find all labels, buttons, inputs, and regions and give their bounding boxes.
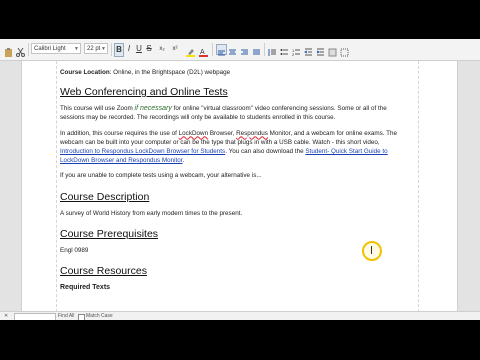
numbered-list-icon[interactable]: 12	[292, 44, 301, 57]
bullet-list-icon[interactable]	[280, 44, 289, 55]
spellcheck-word: Respondus	[236, 129, 268, 137]
highlight-icon[interactable]	[186, 44, 195, 57]
course-description-text: A survey of World History from early mod…	[60, 209, 243, 217]
text-run: This course will use Zoom	[60, 105, 135, 113]
toolbar-separator	[28, 43, 29, 56]
align-left-icon[interactable]	[216, 44, 227, 56]
font-name-value: Calibri Light	[34, 46, 66, 52]
subscript-button[interactable]: x₂	[157, 43, 167, 55]
chevron-down-icon: ▼	[74, 46, 79, 52]
align-right-icon[interactable]	[240, 44, 249, 55]
indent-increase-icon[interactable]	[316, 44, 325, 56]
link-intro-video[interactable]: Introduction to Respondus LockDown Brows…	[60, 148, 225, 155]
paragraph-zoom: This course will use Zoom if necessary f…	[60, 104, 412, 122]
paragraph-shading-icon[interactable]	[328, 44, 337, 57]
right-margin-guide	[418, 61, 419, 317]
find-bar: ✕ Find All Match Case	[0, 311, 480, 320]
document-area: Course Location: Online, in the Brightsp…	[0, 61, 480, 317]
text-run: .	[182, 157, 185, 165]
superscript-button[interactable]: x²	[170, 43, 180, 55]
emphasis-text: if necessary	[134, 105, 172, 113]
font-color-icon[interactable]: A	[199, 44, 208, 57]
toolbar-separator	[111, 43, 112, 56]
justify-icon[interactable]	[252, 44, 261, 55]
font-size-value: 22 pt	[87, 46, 101, 52]
course-prerequisites-text: Engl 0989	[60, 246, 89, 254]
text-run: Browser,	[208, 129, 237, 137]
toolbar-separator	[264, 43, 265, 56]
text-run: In addition, this course requires the us…	[60, 129, 179, 137]
word-processor-window: Calibri Light ▼ 22 pt ▼ B I U S x₂ x² A	[0, 39, 480, 320]
heading-course-prerequisites: Course Prerequisites	[60, 227, 159, 240]
course-location-text: : Online, in the Brightspace (D2L) webpa…	[109, 69, 231, 76]
chevron-down-icon: ▼	[101, 46, 106, 52]
borders-icon[interactable]	[340, 44, 349, 57]
bold-button[interactable]: B	[114, 43, 124, 57]
indent-decrease-icon[interactable]	[303, 44, 313, 56]
line-spacing-icon[interactable]	[268, 44, 277, 56]
paragraph-alternative: If you are unable to complete tests usin…	[60, 172, 262, 180]
course-location-label: Course Location	[60, 69, 110, 76]
match-case-checkbox[interactable]	[78, 314, 85, 320]
underline-button[interactable]: U	[135, 43, 143, 55]
left-margin-guide	[56, 61, 57, 317]
text-run: . You can also download the	[225, 148, 306, 156]
document-page[interactable]: Course Location: Online, in the Brightsp…	[21, 61, 458, 317]
heading-course-description: Course Description	[60, 190, 150, 203]
paragraph-lockdown: In addition, this course requires the us…	[60, 129, 412, 166]
text-cursor-icon	[371, 246, 372, 254]
heading-course-resources: Course Resources	[60, 265, 147, 278]
document-body[interactable]: Course Location: Online, in the Brightsp…	[60, 68, 412, 298]
align-center-icon[interactable]	[228, 44, 237, 55]
svg-text:A: A	[200, 49, 205, 56]
cursor-highlight	[362, 241, 382, 261]
find-all-button[interactable]: Find All	[58, 312, 74, 320]
spellcheck-word: LockDown	[178, 129, 209, 137]
match-case-label: Match Case	[86, 313, 113, 319]
course-location-line: Course Location: Online, in the Brightsp…	[60, 68, 412, 77]
close-icon[interactable]: ✕	[4, 312, 8, 320]
paste-icon[interactable]	[4, 44, 13, 57]
italic-button[interactable]: I	[125, 43, 133, 55]
find-input[interactable]	[14, 313, 56, 320]
font-name-select[interactable]: Calibri Light ▼	[31, 43, 81, 54]
heading-web-conferencing: Web Conferencing and Online Tests	[60, 86, 228, 99]
required-texts-partial: Required Texts	[60, 284, 111, 292]
toolbar-separator	[212, 43, 213, 56]
formatting-toolbar: Calibri Light ▼ 22 pt ▼ B I U S x₂ x² A	[0, 39, 480, 61]
font-size-select[interactable]: 22 pt ▼	[84, 43, 108, 54]
svg-text:2: 2	[292, 52, 295, 57]
cut-icon[interactable]	[16, 44, 25, 57]
strikethrough-button[interactable]: S	[145, 43, 153, 55]
